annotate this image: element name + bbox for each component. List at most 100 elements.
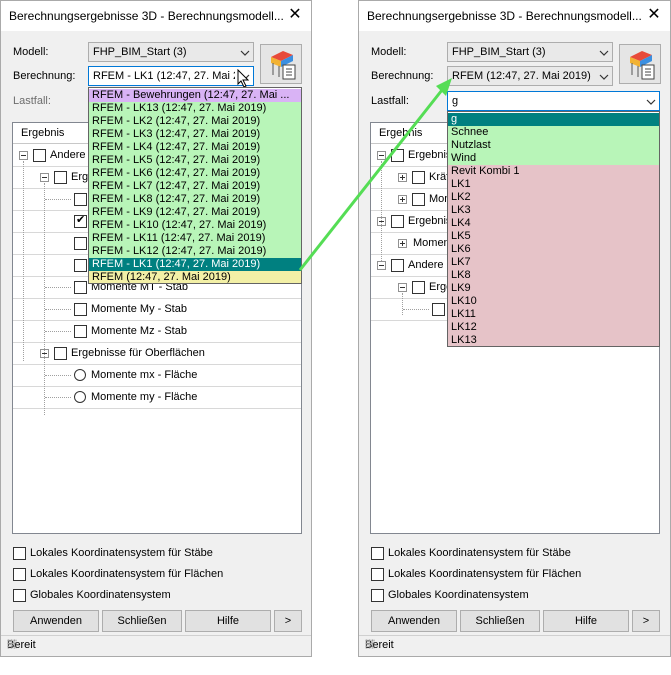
- berechnung-option-item[interactable]: RFEM (12:47, 27. Mai 2019): [89, 271, 301, 283]
- checkbox[interactable]: [74, 281, 87, 294]
- collapse-icon[interactable]: [40, 173, 49, 182]
- berechnung-option-item[interactable]: RFEM - LK3 (12:47, 27. Mai 2019): [89, 128, 301, 141]
- tree-guide-line: [45, 309, 71, 310]
- tree-guide-line: [45, 331, 71, 332]
- right-close-icon[interactable]: ✕: [644, 5, 664, 25]
- berechnung-option-item[interactable]: RFEM - LK11 (12:47, 27. Mai 2019): [89, 232, 301, 245]
- berechnung-option-item[interactable]: RFEM - LK6 (12:47, 27. Mai 2019): [89, 167, 301, 180]
- right-modell-combo[interactable]: FHP_BIM_Start (3): [447, 42, 613, 62]
- right-lastfall-dropdown-list[interactable]: g Schnee Nutzlast Wind Revit Kombi 1 LK1 LK2 LK…: [447, 111, 660, 347]
- radio-button[interactable]: [74, 369, 86, 381]
- right-lastfall-combo[interactable]: g: [447, 91, 660, 111]
- lastfall-option-item[interactable]: LK9: [448, 282, 659, 295]
- lastfall-option-item[interactable]: LK10: [448, 295, 659, 308]
- expand-icon[interactable]: [398, 173, 407, 182]
- expand-icon[interactable]: [398, 195, 407, 204]
- lastfall-option-item[interactable]: LK6: [448, 243, 659, 256]
- checkbox[interactable]: [54, 347, 67, 360]
- checkbox-checked[interactable]: [74, 213, 87, 228]
- left-berechnung-combo[interactable]: RFEM - LK1 (12:47, 27. Mai 2(: [88, 66, 254, 86]
- lastfall-option-item[interactable]: Nutzlast: [448, 139, 659, 152]
- berechnung-option-item[interactable]: RFEM - LK4 (12:47, 27. Mai 2019): [89, 141, 301, 154]
- lastfall-option-item[interactable]: g: [448, 113, 659, 126]
- checkbox[interactable]: [371, 589, 384, 602]
- left-berechnung-dropdown-list[interactable]: RFEM - Bewehrungen (12:47, 27. Mai ... RF…: [88, 87, 302, 284]
- left-modell-value: FHP_BIM_Start (3): [93, 46, 187, 58]
- left-modell-combo[interactable]: FHP_BIM_Start (3): [88, 42, 254, 62]
- checkbox[interactable]: [74, 325, 87, 338]
- lastfall-option-item[interactable]: Revit Kombi 1: [448, 165, 659, 178]
- lastfall-option-item[interactable]: LK2: [448, 191, 659, 204]
- tree-label-andere: Andere: [50, 149, 86, 161]
- schliessen-button[interactable]: Schließen: [460, 610, 540, 632]
- lastfall-option-item[interactable]: Wind: [448, 152, 659, 165]
- lastfall-option-item[interactable]: LK11: [448, 308, 659, 321]
- checkbox[interactable]: [412, 171, 425, 184]
- left-modell-label: Modell:: [13, 46, 49, 58]
- hilfe-button[interactable]: Hilfe: [543, 610, 629, 632]
- collapse-icon[interactable]: [377, 151, 386, 160]
- more-button[interactable]: >: [274, 610, 302, 632]
- lastfall-option-item[interactable]: LK12: [448, 321, 659, 334]
- hilfe-button[interactable]: Hilfe: [185, 610, 271, 632]
- checkbox[interactable]: [371, 547, 384, 560]
- berechnung-option-item[interactable]: RFEM - LK13 (12:47, 27. Mai 2019): [89, 102, 301, 115]
- checkbox[interactable]: [391, 259, 404, 272]
- right-lastfall-label: Lastfall:: [371, 95, 409, 107]
- resize-grip-icon[interactable]: [365, 639, 375, 649]
- checkbox[interactable]: [371, 568, 384, 581]
- collapse-icon[interactable]: [19, 151, 28, 160]
- berechnung-option-item[interactable]: RFEM - LK10 (12:47, 27. Mai 2019): [89, 219, 301, 232]
- expand-icon[interactable]: [398, 239, 407, 248]
- schliessen-button[interactable]: Schließen: [102, 610, 182, 632]
- berechnung-option-item[interactable]: RFEM - LK1 (12:47, 27. Mai 2019): [89, 258, 301, 271]
- lastfall-option-item[interactable]: LK8: [448, 269, 659, 282]
- model-view-button[interactable]: [260, 44, 302, 84]
- checkbox[interactable]: [74, 303, 87, 316]
- lastfall-option-item[interactable]: LK1: [448, 178, 659, 191]
- collapse-icon[interactable]: [398, 283, 407, 292]
- checkbox[interactable]: [74, 193, 87, 206]
- berechnung-option-item[interactable]: RFEM - LK5 (12:47, 27. Mai 2019): [89, 154, 301, 167]
- checkbox[interactable]: [391, 149, 404, 162]
- radio-button[interactable]: [74, 391, 86, 403]
- more-button[interactable]: >: [632, 610, 660, 632]
- lastfall-option-item[interactable]: Schnee: [448, 126, 659, 139]
- checkbox[interactable]: [13, 568, 26, 581]
- lastfall-option-item[interactable]: LK5: [448, 230, 659, 243]
- lastfall-option-item[interactable]: LK13: [448, 334, 659, 346]
- berechnung-option-item[interactable]: RFEM - LK2 (12:47, 27. Mai 2019): [89, 115, 301, 128]
- model-view-button[interactable]: [619, 44, 661, 84]
- right-title-bar[interactable]: Berechnungsergebnisse 3D - Berechnungsmo…: [359, 1, 670, 31]
- berechnung-option-item[interactable]: RFEM - LK12 (12:47, 27. Mai 2019): [89, 245, 301, 258]
- left-close-icon[interactable]: ✕: [285, 5, 305, 25]
- checkbox[interactable]: [391, 215, 404, 228]
- tree-label-momente-mz: Momente Mz - Stab: [91, 325, 187, 337]
- berechnung-option-item[interactable]: RFEM - LK8 (12:47, 27. Mai 2019): [89, 193, 301, 206]
- checkbox[interactable]: [412, 193, 425, 206]
- anwenden-button[interactable]: Anwenden: [371, 610, 457, 632]
- checkbox[interactable]: [74, 259, 87, 272]
- anwenden-button[interactable]: Anwenden: [13, 610, 99, 632]
- left-title-bar[interactable]: Berechnungsergebnisse 3D - Berechnungsmo…: [1, 1, 311, 31]
- checkbox[interactable]: [412, 281, 425, 294]
- right-berechnung-combo[interactable]: RFEM (12:47, 27. Mai 2019): [447, 66, 613, 86]
- collapse-icon[interactable]: [377, 261, 386, 270]
- checkbox[interactable]: [33, 149, 46, 162]
- checkbox[interactable]: [74, 237, 87, 250]
- lastfall-option-item[interactable]: LK7: [448, 256, 659, 269]
- checkbox[interactable]: [54, 171, 67, 184]
- lastfall-option-item[interactable]: LK4: [448, 217, 659, 230]
- berechnung-option-item[interactable]: RFEM - LK9 (12:47, 27. Mai 2019): [89, 206, 301, 219]
- lastfall-option-item[interactable]: LK3: [448, 204, 659, 217]
- tree-guide-line: [45, 375, 71, 376]
- right-berechnung-label: Berechnung:: [371, 70, 434, 82]
- left-tree-header-label: Ergebnis: [21, 127, 65, 139]
- checkbox[interactable]: [13, 589, 26, 602]
- checkbox[interactable]: [13, 547, 26, 560]
- resize-grip-icon[interactable]: [7, 639, 17, 649]
- checkbox[interactable]: [432, 303, 445, 316]
- tree-row-oberflaechen[interactable]: Ergebnisse für Oberflächen: [13, 342, 301, 365]
- berechnung-option-item[interactable]: RFEM - Bewehrungen (12:47, 27. Mai ...: [89, 89, 301, 102]
- berechnung-option-item[interactable]: RFEM - LK7 (12:47, 27. Mai 2019): [89, 180, 301, 193]
